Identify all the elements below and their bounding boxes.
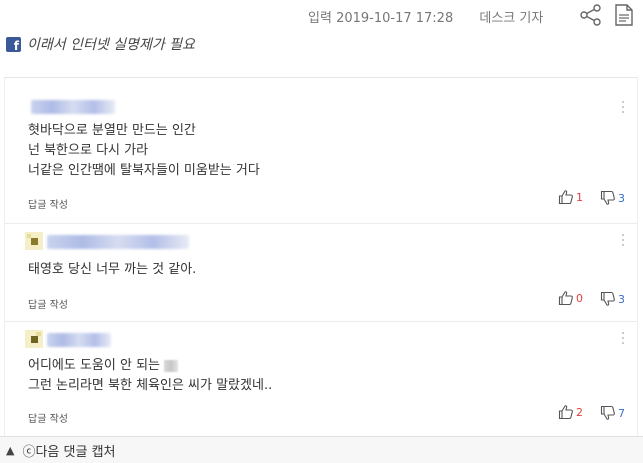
dislike-button[interactable]: 3 <box>600 291 625 307</box>
reply-button[interactable]: 답글 작성 <box>28 296 68 311</box>
comment-item: 혓바닥으로 분열만 만드는 인간 넌 북한으로 다시 가라 너같은 인간땜에 탈… <box>5 91 637 224</box>
comment-line: 어디에도 도움이 안 되는 <box>28 358 160 373</box>
comment-line: 넌 북한으로 다시 가라 <box>28 143 149 158</box>
dislike-button[interactable]: 7 <box>600 405 625 421</box>
image-caption: ⓒ다음 댓글 캡처 <box>22 444 116 460</box>
blurred-username <box>31 100 115 114</box>
dislike-count: 7 <box>618 406 625 420</box>
redacted-text <box>164 359 178 372</box>
thumbs-up-icon <box>558 190 573 205</box>
thumbs-up-icon <box>558 405 573 420</box>
comment-item: 어디에도 도움이 안 되는 그런 논리라면 북한 체육인은 씨가 말랐겠네.. … <box>5 322 637 436</box>
article-datetime: 2019-10-17 17:28 <box>336 11 454 26</box>
dislike-count: 3 <box>618 292 625 306</box>
facebook-icon: f <box>6 36 21 52</box>
thumbs-down-icon <box>600 405 615 420</box>
document-icon[interactable] <box>612 3 636 27</box>
facebook-caption: f 이래서 인터넷 실명제가 필요 <box>6 34 195 54</box>
comment-line-with-redaction: 어디에도 도움이 안 되는 <box>28 356 272 376</box>
blurred-username <box>47 333 111 347</box>
comment-item: 태영호 당신 너무 까는 것 같아. 답글 작성 0 3 <box>5 224 637 322</box>
comment-line: 너같은 인간땜에 탈북자들이 미움받는 거다 <box>28 163 260 178</box>
triangle-up-icon[interactable]: ▲ <box>6 444 14 457</box>
article-meta-bar: 입력 2019-10-17 17:28 데스크 기자 <box>0 0 643 30</box>
like-count: 2 <box>576 405 583 419</box>
dislike-count: 3 <box>618 191 625 205</box>
comment-text: 어디에도 도움이 안 되는 그런 논리라면 북한 체육인은 씨가 말랐겠네.. <box>28 356 272 396</box>
blurred-username <box>47 235 189 249</box>
input-label: 입력 <box>308 11 332 26</box>
like-button[interactable]: 0 <box>558 290 583 306</box>
more-options-icon[interactable] <box>621 332 625 346</box>
reply-button[interactable]: 답글 작성 <box>28 196 68 211</box>
facebook-caption-text: 이래서 인터넷 실명제가 필요 <box>27 37 195 53</box>
like-count: 0 <box>576 291 583 305</box>
like-button[interactable]: 1 <box>558 189 583 205</box>
like-button[interactable]: 2 <box>558 404 583 420</box>
like-count: 1 <box>576 190 583 204</box>
comment-list: 혓바닥으로 분열만 만드는 인간 넌 북한으로 다시 가라 너같은 인간땜에 탈… <box>4 77 638 436</box>
thumbs-up-icon <box>558 291 573 306</box>
avatar <box>25 330 43 348</box>
more-options-icon[interactable] <box>621 101 625 115</box>
reply-button[interactable]: 답글 작성 <box>28 410 68 425</box>
image-caption-bar: ▲ ⓒ다음 댓글 캡처 <box>0 436 643 463</box>
comment-line: 혓바닥으로 분열만 만드는 인간 <box>28 123 196 138</box>
thumbs-down-icon <box>600 291 615 306</box>
dislike-button[interactable]: 3 <box>600 190 625 206</box>
comment-line: 태영호 당신 너무 까는 것 같아. <box>28 262 197 277</box>
share-icon[interactable] <box>579 4 603 26</box>
comment-text: 혓바닥으로 분열만 만드는 인간 넌 북한으로 다시 가라 너같은 인간땜에 탈… <box>28 121 260 181</box>
thumbs-down-icon <box>600 190 615 205</box>
more-options-icon[interactable] <box>621 234 625 248</box>
article-meta: 입력 2019-10-17 17:28 데스크 기자 <box>308 7 543 26</box>
comment-text: 태영호 당신 너무 까는 것 같아. <box>28 260 196 280</box>
avatar <box>25 232 43 250</box>
reporter-name: 데스크 기자 <box>479 11 544 26</box>
comment-line: 그런 논리라면 북한 체육인은 씨가 말랐겠네.. <box>28 378 273 393</box>
